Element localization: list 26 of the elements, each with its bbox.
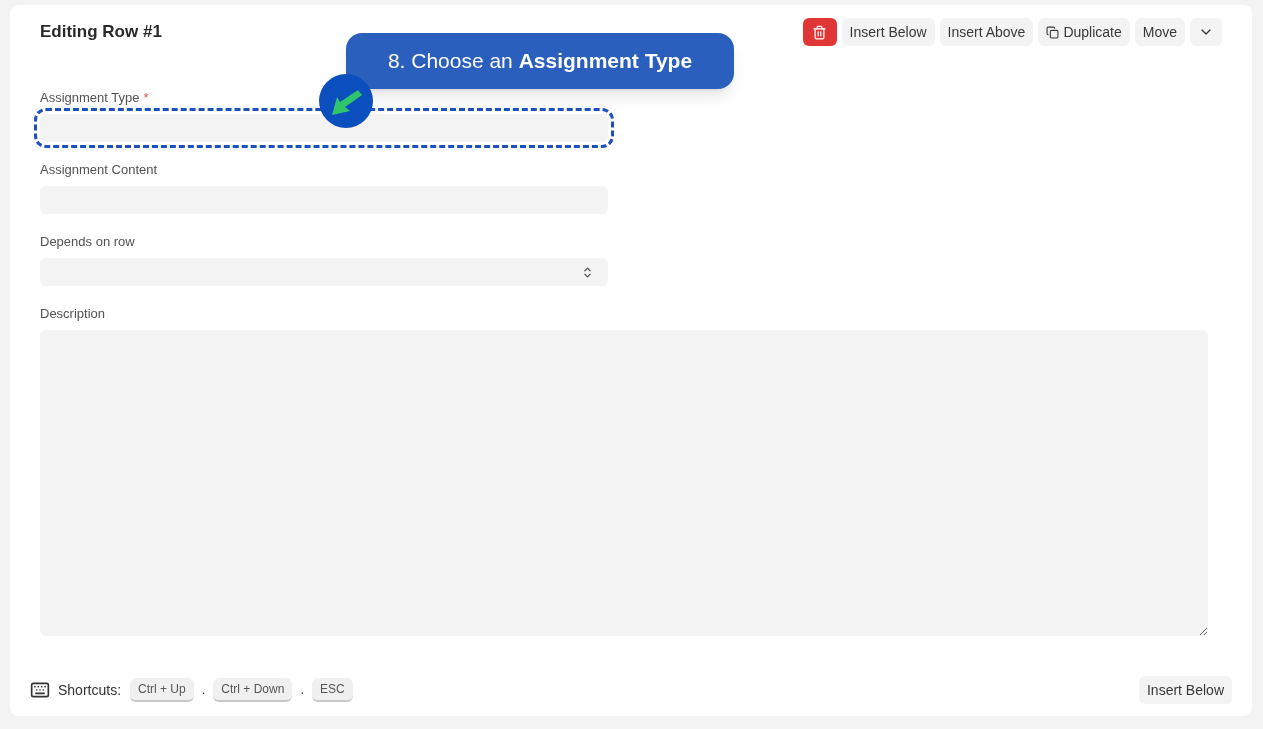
form-title: Editing Row #1: [40, 21, 162, 44]
delete-button[interactable]: [802, 18, 837, 46]
field-label: Assignment Content: [40, 161, 158, 180]
toolbar-button[interactable]: Insert Below: [841, 18, 935, 46]
field-label: Description: [40, 305, 106, 324]
arrow-pointer-icon: [318, 73, 374, 129]
separator-dot: .: [201, 681, 206, 700]
copy-icon: [1046, 25, 1060, 39]
keyboard-icon: [30, 680, 50, 700]
toolbar-button[interactable]: Insert Above: [939, 18, 1034, 46]
select-field[interactable]: [40, 258, 608, 286]
tour-callout: 8. Choose an Assignment Type: [346, 33, 734, 89]
more-button[interactable]: [1190, 18, 1222, 46]
duplicate-button[interactable]: Duplicate: [1038, 18, 1130, 46]
trash-icon: [812, 24, 827, 40]
field-label: Assignment Type: [40, 89, 140, 108]
shortcuts-label: Shortcuts:: [58, 680, 122, 700]
separator-dot: .: [300, 681, 304, 700]
insert-below-button[interactable]: Insert Below: [1138, 676, 1232, 704]
required-marker: *: [143, 89, 149, 108]
toolbar-button[interactable]: Move: [1134, 18, 1185, 46]
field-label: Depends on row: [40, 233, 135, 252]
shortcut-key: Ctrl + Down: [213, 678, 293, 702]
shortcut-key: ESC: [312, 678, 353, 702]
shortcut-key: Ctrl + Up: [130, 678, 194, 702]
chevron-icon: [581, 265, 594, 279]
